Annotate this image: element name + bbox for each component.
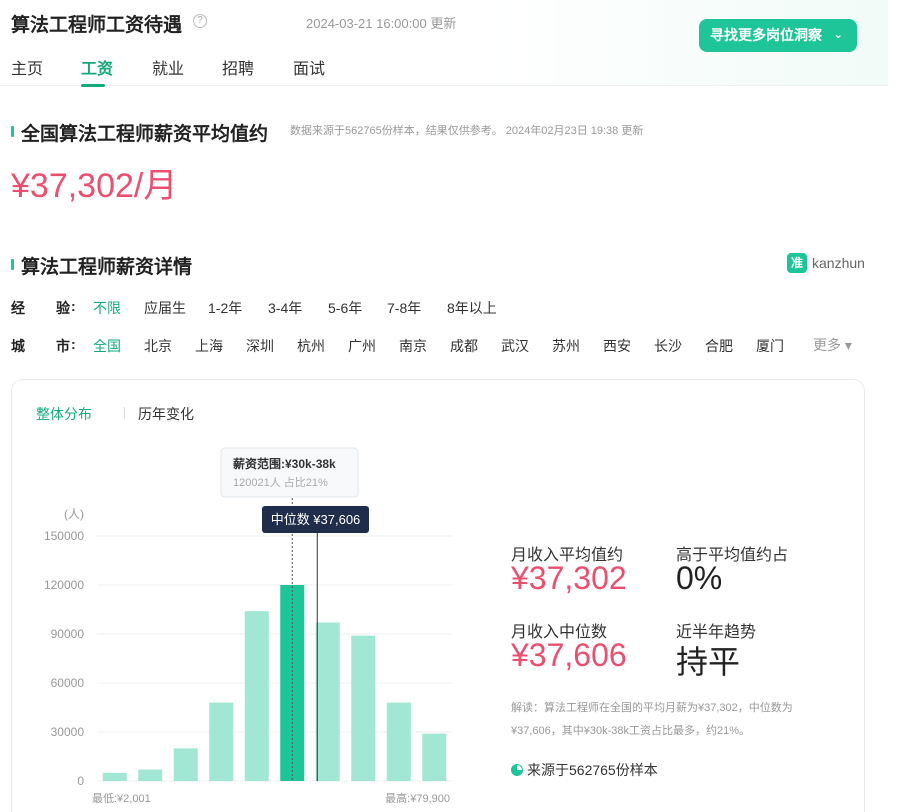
filter-experience-1-2[interactable]: 1-2年	[208, 298, 242, 318]
update-time: 2024-03-21 16:00:00 更新	[306, 16, 457, 31]
city-label-char2: 市	[56, 338, 70, 354]
histogram-bar[interactable]	[386, 702, 411, 781]
tab-recruitment[interactable]: 招聘	[222, 55, 254, 79]
subtab-overall-distribution[interactable]: 整体分布	[36, 404, 92, 424]
median-label: 中位数 ¥37,606	[271, 512, 361, 527]
trend-value: 持平	[676, 644, 741, 680]
help-icon[interactable]: ?	[193, 14, 207, 28]
y-tick-label: 0	[77, 774, 84, 788]
tab-salary[interactable]: 工资	[81, 55, 113, 79]
filter-city-9[interactable]: 苏州	[552, 336, 580, 356]
section-marker	[11, 259, 14, 270]
y-tick-label: 30000	[51, 725, 85, 739]
y-axis-label: (人)	[64, 507, 84, 521]
max-salary-label: 最高:¥79,900	[385, 791, 450, 805]
filter-city-0[interactable]: 全国	[93, 336, 121, 356]
histogram-bar[interactable]	[422, 733, 447, 781]
histogram-bar[interactable]	[209, 702, 234, 781]
find-more-insights-button[interactable]: 寻找更多岗位洞察 ⌄	[699, 19, 857, 52]
histogram-bar[interactable]	[244, 611, 269, 781]
filter-city-10[interactable]: 西安	[603, 336, 631, 356]
filter-experience-graduate[interactable]: 应届生	[144, 298, 186, 318]
y-tick-label: 120000	[44, 578, 84, 592]
histogram-bar[interactable]	[138, 769, 163, 781]
histogram-bar[interactable]	[315, 622, 340, 781]
min-salary-label: 最低:¥2,001	[92, 792, 151, 805]
page: 算法工程师工资待遇 ? 2024-03-21 16:00:00 更新 寻找更多岗…	[0, 0, 897, 812]
subtab-yearly-change[interactable]: 历年变化	[138, 404, 194, 424]
y-tick-label: 90000	[51, 627, 85, 641]
y-tick-label: 60000	[51, 676, 85, 690]
tooltip-title: 薪资范围:¥30k-38k	[233, 456, 336, 471]
filter-city-13[interactable]: 厦门	[756, 336, 784, 356]
salary-distribution-card: 整体分布 历年变化 (人) 0 30000 60000 90000 120000 15000…	[11, 379, 865, 812]
filter-experience-3-4[interactable]: 3-4年	[268, 298, 302, 318]
avg-section-note: 数据来源于562765份样本，结果仅供参考。 2024年02月23日 19:38…	[290, 125, 644, 137]
y-tick-label: 150000	[44, 529, 84, 543]
filter-city-5[interactable]: 广州	[348, 336, 376, 356]
filter-experience-5-6[interactable]: 5-6年	[328, 298, 362, 318]
above-avg-value: 0%	[676, 560, 723, 596]
filter-city-3[interactable]: 深圳	[246, 336, 274, 356]
bar-tooltip	[220, 447, 359, 498]
filter-city-1[interactable]: 北京	[144, 336, 172, 356]
sample-source: 来源于562765份样本	[511, 760, 658, 780]
filter-city-6[interactable]: 南京	[399, 336, 427, 356]
experience-label-char1: 经	[11, 300, 25, 316]
more-cities-button[interactable]: 更多 ▾	[813, 335, 852, 355]
filter-city-11[interactable]: 长沙	[654, 336, 682, 356]
tab-home[interactable]: 主页	[11, 55, 43, 79]
tab-interview[interactable]: 面试	[293, 55, 325, 79]
kanzhun-brand: kanzhun	[812, 255, 865, 271]
sample-source-label: 来源于562765份样本	[527, 762, 658, 778]
avg-income-value: ¥37,302	[511, 560, 627, 596]
filter-experience-8plus[interactable]: 8年以上	[447, 298, 497, 318]
experience-label-char2: 验	[56, 300, 70, 316]
avg-salary: ¥37,302/月	[11, 167, 178, 205]
filter-city-12[interactable]: 合肥	[705, 336, 733, 356]
filter-experience-all[interactable]: 不限	[93, 298, 121, 318]
experience-label-colon: :	[71, 298, 76, 314]
section-marker	[11, 126, 14, 137]
experience-filter-label: 经 验 :	[11, 298, 76, 318]
median-income-value: ¥37,606	[511, 637, 627, 673]
city-label-colon: :	[71, 336, 76, 352]
histogram-bar[interactable]	[102, 772, 127, 781]
avg-section-title: 全国算法工程师薪资平均值约	[21, 124, 269, 145]
filter-city-7[interactable]: 成都	[450, 336, 478, 356]
city-filter-label: 城 市 :	[11, 336, 76, 356]
chevron-down-icon: ⌄	[833, 29, 843, 41]
tab-employment[interactable]: 就业	[152, 55, 184, 79]
tooltip-detail: 120021人 占比21%	[233, 475, 328, 489]
filter-city-4[interactable]: 杭州	[297, 336, 325, 356]
filter-city-8[interactable]: 武汉	[501, 336, 529, 356]
kanzhun-logo-icon: 准	[787, 253, 807, 273]
histogram-bar[interactable]	[173, 748, 198, 781]
salary-histogram-chart: (人) 0 30000 60000 90000 120000 150000 薪资范围:¥30k…	[44, 447, 452, 805]
find-button-label: 寻找更多岗位洞察	[710, 27, 822, 43]
pie-chart-icon	[511, 764, 523, 776]
page-title: 算法工程师工资待遇	[11, 15, 183, 36]
histogram-bar[interactable]	[351, 635, 376, 781]
city-label-char1: 城	[11, 338, 25, 354]
filter-city-2[interactable]: 上海	[195, 336, 223, 356]
filter-experience-7-8[interactable]: 7-8年	[387, 298, 421, 318]
detail-section-title: 算法工程师薪资详情	[21, 257, 193, 278]
active-tab-indicator	[81, 84, 105, 87]
subtab-divider	[124, 407, 125, 419]
header: 算法工程师工资待遇 ? 2024-03-21 16:00:00 更新 寻找更多岗…	[0, 0, 888, 87]
explanation-text: 解读：算法工程师在全国的平均月薪为¥37,302，中位数为¥37,606，其中¥…	[511, 702, 793, 737]
